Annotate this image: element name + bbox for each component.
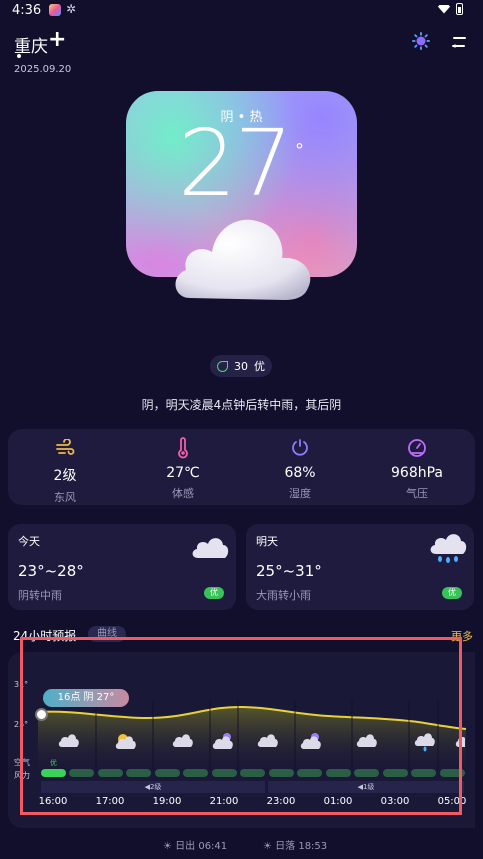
gear-icon: ✲ — [66, 2, 77, 16]
tomorrow-card[interactable]: 明天 25°~31° 大雨转小雨 优 — [246, 524, 474, 610]
forecast-summary: 阴，明天凌晨4点钟后转中雨，其后阴 — [141, 398, 342, 412]
highlight-box — [20, 637, 462, 815]
stat-feels-like: 27℃ 体感 — [128, 437, 238, 501]
today-title: 今天 — [18, 535, 40, 548]
stat-value: 68% — [284, 465, 316, 481]
wind-icon — [56, 439, 75, 455]
leaf-icon — [217, 360, 228, 372]
today-card[interactable]: 今天 23°~28° 阴转中雨 优 — [8, 524, 236, 610]
current-temperature: 27 — [178, 110, 293, 217]
stat-label: 体感 — [172, 487, 194, 500]
degree-symbol: ° — [295, 140, 304, 161]
stat-pressure: 968hPa 气压 — [362, 437, 472, 501]
date-label: 2025.09.20 — [14, 64, 72, 75]
tomorrow-temp-range: 25°~31° — [256, 562, 322, 580]
cloud-icon — [175, 219, 311, 300]
humidity-icon — [292, 439, 308, 456]
aqi-value: 30 — [234, 359, 248, 373]
stat-label: 气压 — [406, 487, 428, 500]
wifi-icon — [438, 4, 450, 14]
stat-label: 东风 — [54, 491, 76, 504]
sunrise-info: ☀ 日出 06:41 — [163, 837, 227, 852]
stat-label: 湿度 — [289, 487, 311, 500]
status-time: 4:36 — [12, 3, 42, 18]
app-notification-icon — [49, 4, 61, 16]
sunrise-icon: ☀ — [163, 841, 176, 852]
today-aqi-badge: 优 — [204, 587, 224, 599]
sunrise-label: 日出 06:41 — [175, 841, 228, 852]
stat-value: 27℃ — [166, 465, 200, 481]
sunset-label: 日落 18:53 — [275, 841, 328, 852]
thermometer-icon — [178, 437, 188, 459]
cloudy-icon — [192, 538, 229, 558]
tomorrow-desc: 大雨转小雨 — [256, 589, 311, 602]
aqi-level: 优 — [254, 360, 265, 373]
page-indicator-dot — [17, 54, 21, 58]
today-desc: 阴转中雨 — [18, 589, 62, 602]
tomorrow-title: 明天 — [256, 535, 278, 548]
sun-icon[interactable] — [412, 32, 430, 50]
sunset-icon: ☀ — [263, 841, 276, 852]
add-city-icon[interactable]: + — [48, 27, 66, 52]
stat-humidity: 68% 湿度 — [245, 437, 355, 501]
status-icons — [438, 3, 463, 15]
pressure-icon — [408, 439, 426, 457]
menu-icon[interactable] — [451, 34, 467, 50]
today-temp-range: 23°~28° — [18, 562, 84, 580]
sunset-info: ☀ 日落 18:53 — [263, 837, 327, 852]
heavy-rain-icon — [430, 534, 467, 563]
stat-value: 2级 — [53, 468, 77, 484]
weather-stats-panel: 2级 东风 27℃ 体感 68% 湿度 968hPa 气压 — [8, 429, 475, 505]
stat-value: 968hPa — [391, 465, 443, 481]
battery-icon — [456, 3, 463, 15]
aqi-badge[interactable]: 30 优 — [210, 355, 272, 377]
stat-wind: 2级 东风 — [10, 437, 120, 505]
tomorrow-aqi-badge: 优 — [442, 587, 462, 599]
